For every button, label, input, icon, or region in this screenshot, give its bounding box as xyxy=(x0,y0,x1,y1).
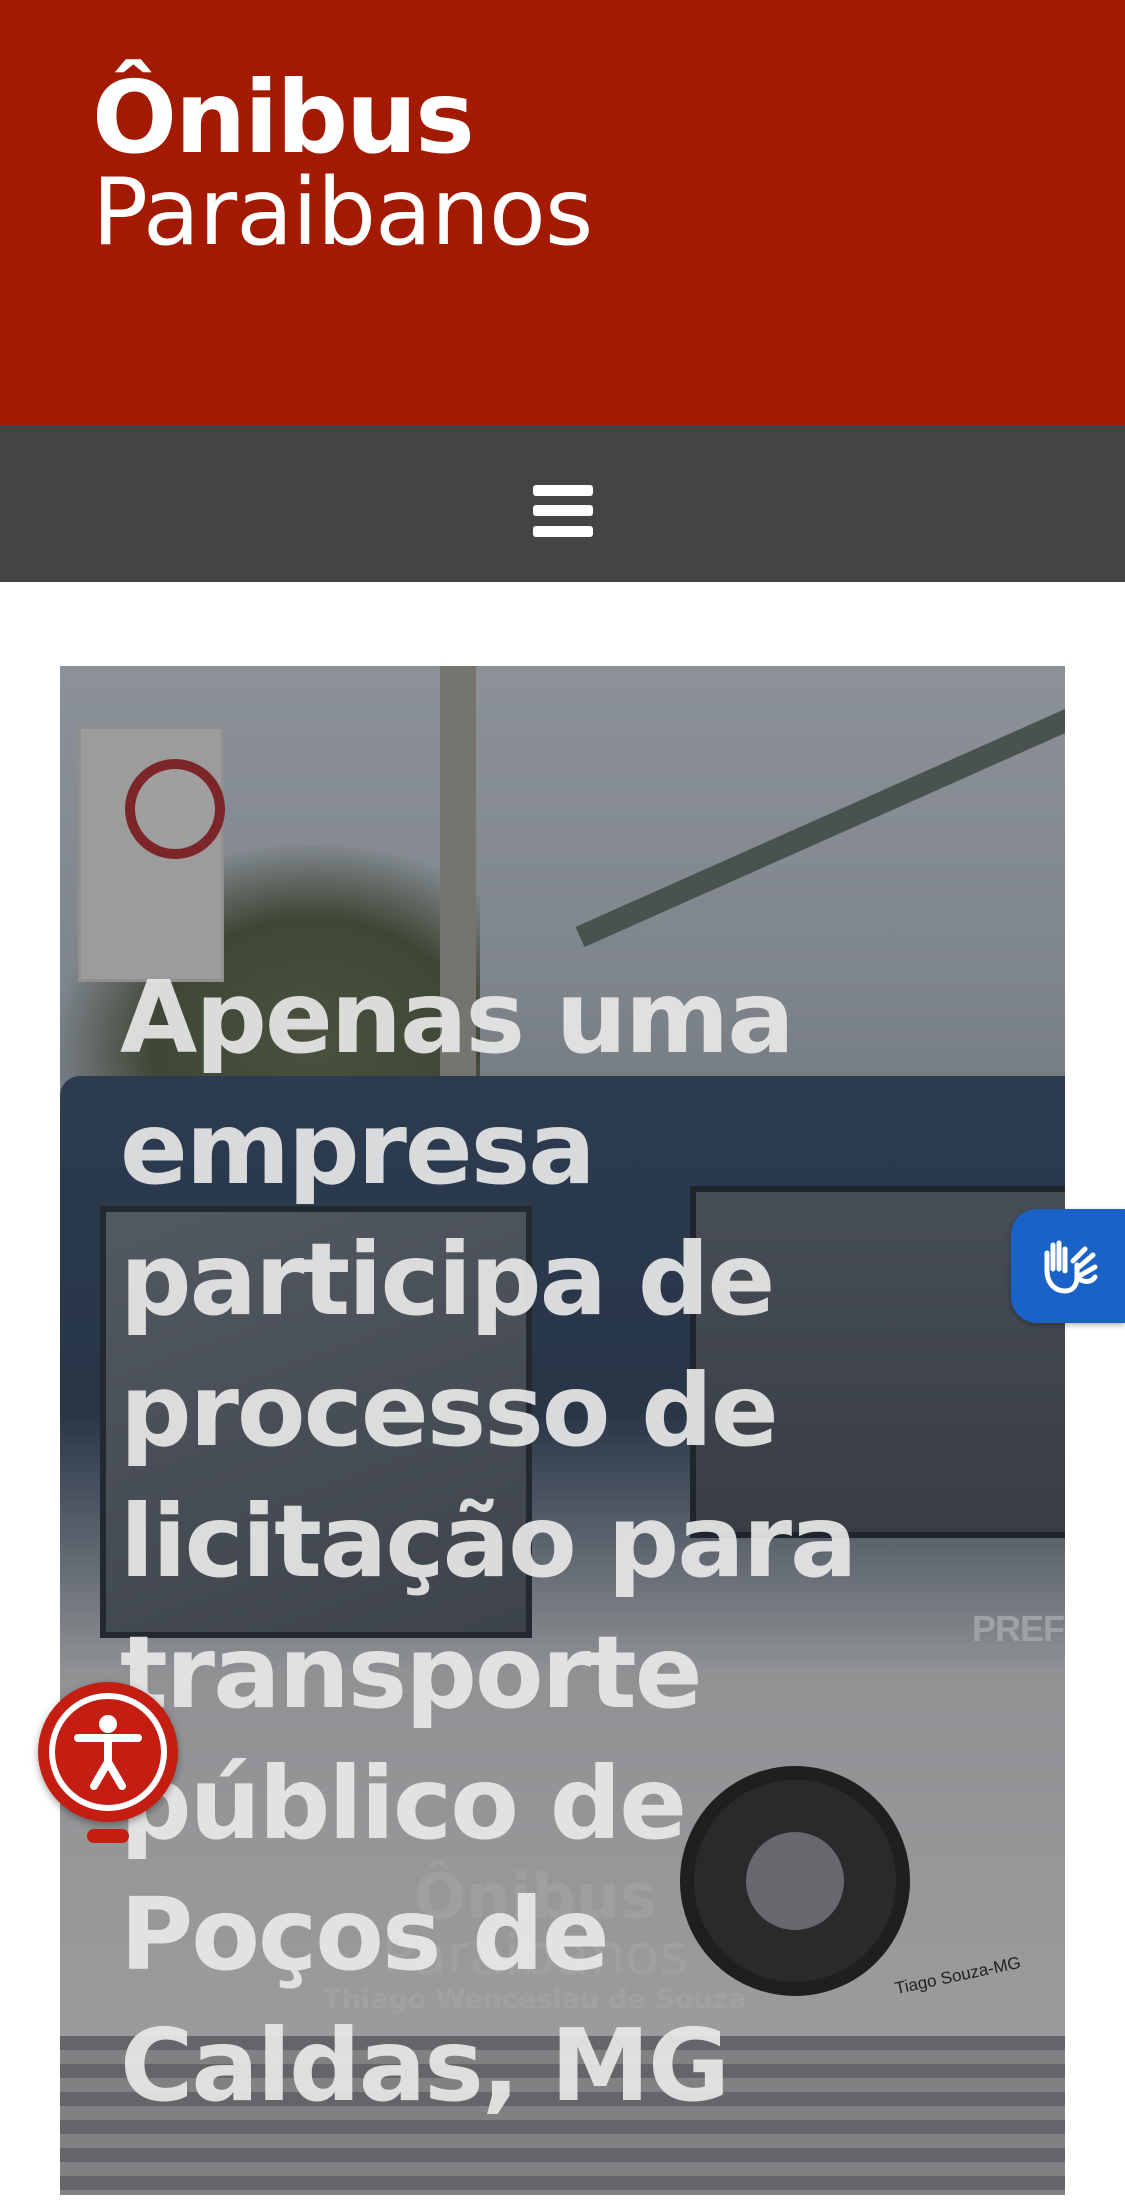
accessibility-indicator xyxy=(87,1829,129,1843)
site-header: Ônibus Paraibanos xyxy=(0,0,1125,425)
accessibility-person-icon xyxy=(49,1693,167,1811)
sign-language-hands-icon xyxy=(1044,1240,1098,1294)
accessibility-button[interactable] xyxy=(38,1682,178,1822)
site-logo[interactable]: Ônibus Paraibanos xyxy=(92,59,593,266)
hamburger-menu-icon[interactable] xyxy=(533,485,593,537)
logo-line-paraibanos: Paraibanos xyxy=(92,158,593,266)
sign-language-button[interactable] xyxy=(1011,1209,1125,1323)
logo-line-onibus: Ônibus xyxy=(92,59,475,176)
article-title[interactable]: Apenas uma empresa participa de processo… xyxy=(120,952,1020,2131)
